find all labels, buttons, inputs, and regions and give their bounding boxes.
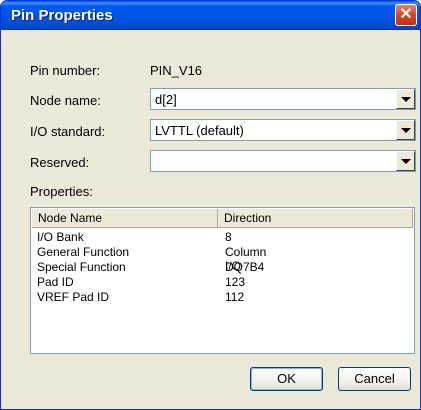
close-icon: ✕	[399, 6, 413, 23]
cell-node-name: Pad ID	[37, 275, 74, 289]
cell-node-name: I/O Bank	[37, 230, 84, 244]
close-button[interactable]: ✕	[395, 4, 417, 26]
cell-direction: 8	[225, 230, 232, 244]
pin-number-value: PIN_V16	[150, 63, 203, 78]
ok-button[interactable]: OK	[250, 367, 323, 391]
cell-direction: DQ7B4	[225, 260, 265, 274]
properties-list[interactable]: Node Name Direction I/O Bank 8 General F…	[30, 207, 415, 354]
node-name-value: d[2]	[155, 92, 177, 107]
reserved-combobox[interactable]	[150, 150, 416, 172]
cell-direction: 123	[225, 275, 246, 289]
properties-label: Properties:	[30, 184, 93, 199]
cell-node-name: General Function	[37, 245, 130, 259]
pin-number-label: Pin number:	[30, 63, 101, 78]
column-header-direction[interactable]: Direction	[218, 209, 413, 227]
io-standard-combobox[interactable]: LVTTL (default)	[150, 119, 416, 141]
pin-properties-dialog: Pin Properties ✕ Pin number: PIN_V16 Nod…	[0, 0, 421, 410]
column-header-node-name[interactable]: Node Name	[32, 209, 218, 227]
cancel-button[interactable]: Cancel	[338, 367, 411, 391]
io-standard-value: LVTTL (default)	[155, 123, 244, 138]
reserved-label: Reserved:	[30, 155, 90, 170]
cell-direction: 112	[225, 290, 245, 304]
node-name-dropdown-button[interactable]	[396, 89, 415, 109]
cell-node-name: Special Function	[37, 260, 126, 274]
node-name-combobox[interactable]: d[2]	[150, 88, 416, 110]
node-name-label: Node name:	[30, 93, 101, 108]
io-standard-label: I/O standard:	[30, 124, 106, 139]
dialog-title: Pin Properties	[11, 7, 113, 24]
io-standard-dropdown-button[interactable]	[396, 120, 415, 140]
list-header: Node Name Direction	[32, 209, 413, 228]
title-bar[interactable]: Pin Properties ✕	[1, 1, 420, 30]
reserved-dropdown-button[interactable]	[396, 151, 415, 171]
cell-node-name: VREF Pad ID	[37, 290, 110, 304]
